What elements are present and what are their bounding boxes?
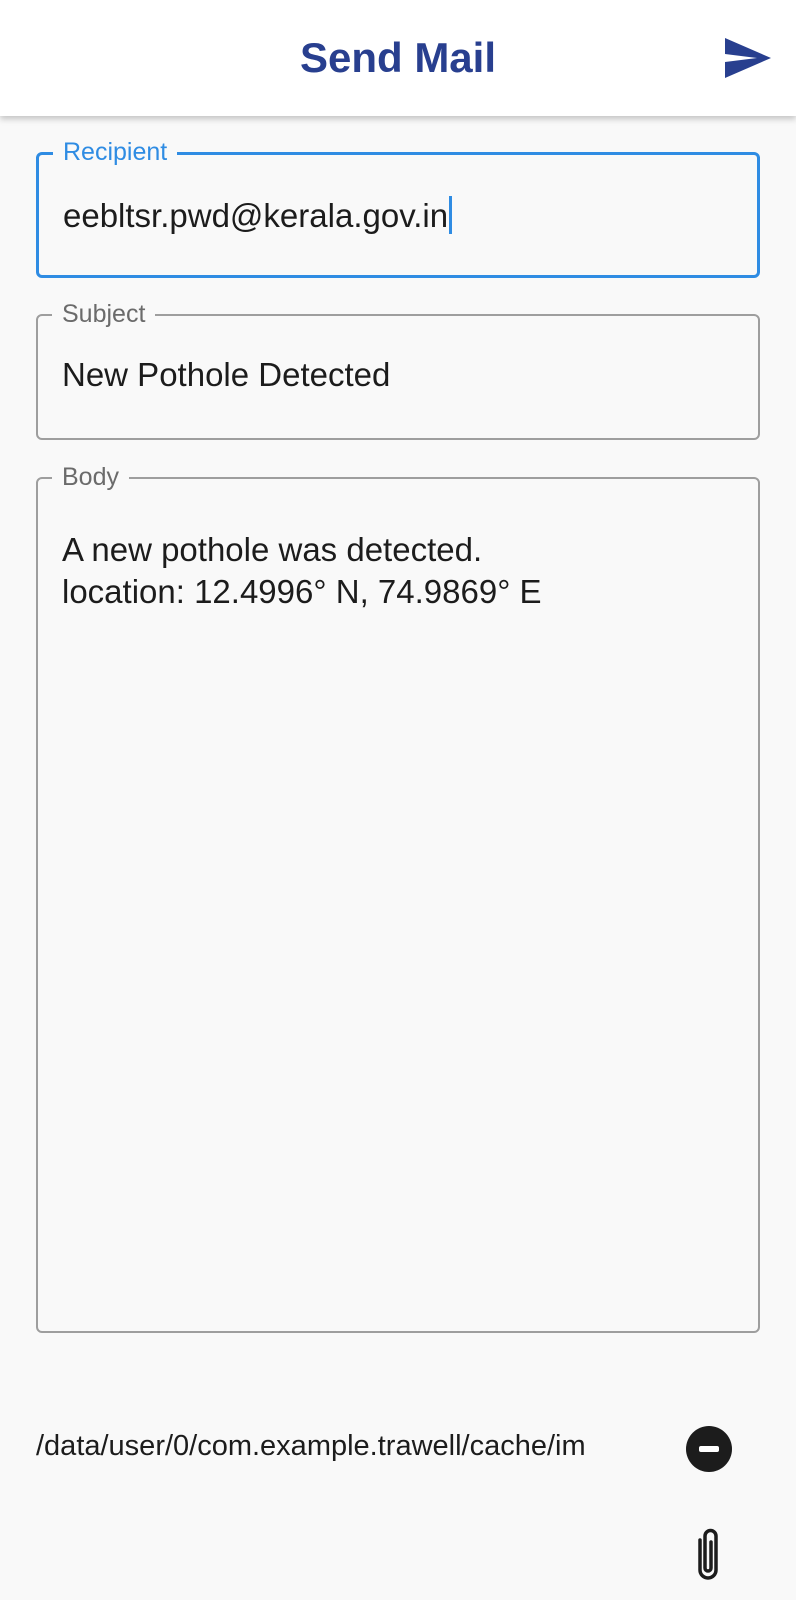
recipient-input[interactable]: eebltsr.pwd@kerala.gov.in — [63, 197, 448, 234]
remove-circle-icon — [699, 1446, 719, 1452]
recipient-input-wrap[interactable]: eebltsr.pwd@kerala.gov.in — [63, 195, 733, 237]
attach-file-button[interactable] — [686, 1528, 730, 1584]
subject-label: Subject — [52, 298, 156, 330]
body-label: Body — [52, 461, 129, 493]
text-cursor — [449, 196, 453, 234]
send-icon — [725, 38, 771, 78]
subject-field[interactable]: Subject New Pothole Detected — [36, 298, 760, 440]
recipient-label: Recipient — [53, 136, 178, 168]
subject-input[interactable]: New Pothole Detected — [62, 354, 734, 396]
app-bar: Send Mail — [0, 0, 796, 116]
page-title: Send Mail — [299, 34, 497, 81]
recipient-field[interactable]: Recipient eebltsr.pwd@kerala.gov.in — [36, 136, 760, 278]
body-input[interactable]: A new pothole was detected. location: 12… — [62, 529, 734, 613]
remove-attachment-button[interactable] — [686, 1426, 732, 1472]
send-button[interactable] — [720, 30, 776, 86]
attachment-path: /data/user/0/com.example.trawell/cache/i… — [36, 1430, 586, 1462]
body-field[interactable]: Body A new pothole was detected. locatio… — [36, 461, 760, 1333]
paperclip-icon — [698, 1528, 718, 1580]
